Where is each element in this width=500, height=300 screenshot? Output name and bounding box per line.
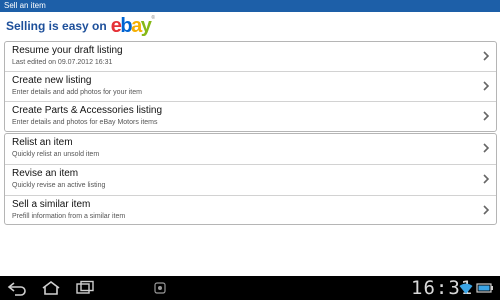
item-title: Revise an item xyxy=(12,168,79,179)
chevron-right-icon xyxy=(483,51,490,61)
item-subtitle: Enter details and photos for eBay Motors… xyxy=(12,119,158,126)
item-title: Create new listing xyxy=(12,75,92,86)
revise-item[interactable]: Revise an item Quickly revise an active … xyxy=(5,165,496,196)
logo-letter-b: b xyxy=(120,15,132,37)
item-subtitle: Quickly relist an unsold item xyxy=(12,151,100,158)
recent-apps-icon[interactable] xyxy=(74,280,96,296)
chevron-right-icon xyxy=(483,205,490,215)
battery-icon xyxy=(476,283,493,293)
item-subtitle: Quickly revise an active listing xyxy=(12,182,106,189)
page-heading: Selling is easy on e b a y ® xyxy=(6,15,155,37)
chevron-right-icon xyxy=(483,81,490,91)
heading-text: Selling is easy on xyxy=(6,19,107,33)
logo-letter-a: a xyxy=(131,15,142,37)
ebay-logo: e b a y ® xyxy=(110,15,155,37)
create-listing-item[interactable]: Create new listing Enter details and add… xyxy=(5,72,496,102)
back-icon[interactable] xyxy=(6,280,28,296)
item-subtitle: Enter details and add photos for your it… xyxy=(12,89,142,96)
trademark-mark: ® xyxy=(151,15,155,21)
system-navigation-bar: 16:31 xyxy=(0,276,500,300)
item-title: Sell a similar item xyxy=(12,199,91,210)
logo-letter-y: y xyxy=(140,15,152,37)
chevron-right-icon xyxy=(483,143,490,153)
item-title: Create Parts & Accessories listing xyxy=(12,105,163,116)
app-icon[interactable] xyxy=(152,280,168,296)
chevron-right-icon xyxy=(483,111,490,121)
listing-actions-group: Resume your draft listing Last edited on… xyxy=(4,41,497,132)
item-subtitle: Last edited on 09.07.2012 16:31 xyxy=(12,59,113,66)
logo-letter-e: e xyxy=(110,15,122,37)
sell-similar-item[interactable]: Sell a similar item Prefill information … xyxy=(5,196,496,226)
resume-draft-item[interactable]: Resume your draft listing Last edited on… xyxy=(5,42,496,72)
home-icon[interactable] xyxy=(40,280,62,296)
chevron-right-icon xyxy=(483,174,490,184)
window-title: Sell an item xyxy=(4,1,46,10)
item-subtitle: Prefill information from a similar item xyxy=(12,213,126,220)
create-parts-listing-item[interactable]: Create Parts & Accessories listing Enter… xyxy=(5,102,496,131)
wifi-icon xyxy=(459,283,473,294)
relist-item[interactable]: Relist an item Quickly relist an unsold … xyxy=(5,134,496,165)
item-title: Relist an item xyxy=(12,137,73,148)
existing-item-actions-group: Relist an item Quickly relist an unsold … xyxy=(4,133,497,225)
title-bar: Sell an item xyxy=(0,0,500,12)
item-title: Resume your draft listing xyxy=(12,45,123,56)
